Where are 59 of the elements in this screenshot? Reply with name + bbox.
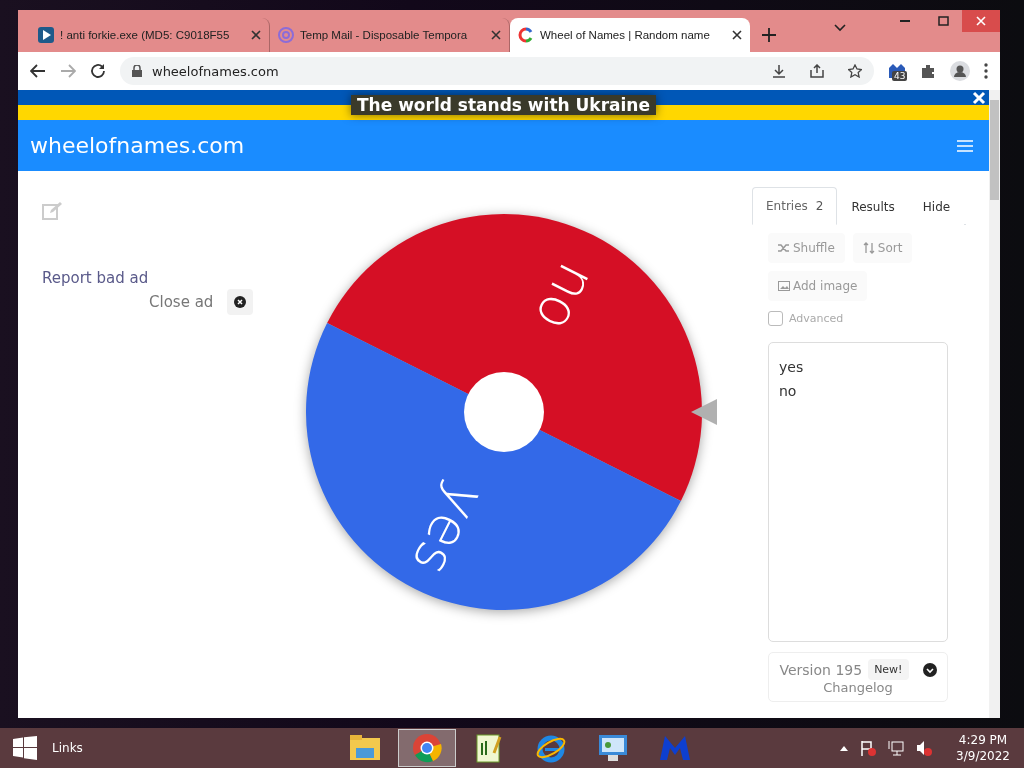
tab-title: Wheel of Names | Random name bbox=[540, 29, 711, 41]
network-icon[interactable] bbox=[888, 740, 905, 756]
extension-badge: 43 bbox=[892, 71, 908, 81]
new-tab-icon[interactable] bbox=[762, 28, 776, 42]
close-icon[interactable] bbox=[732, 30, 742, 40]
links-toolbar[interactable]: Links bbox=[52, 741, 336, 755]
speaker-muted-icon[interactable] bbox=[916, 740, 933, 756]
chevron-up-icon[interactable] bbox=[840, 745, 849, 751]
back-icon[interactable] bbox=[30, 64, 46, 78]
close-ad-label: Close ad bbox=[149, 293, 214, 311]
scrollbar[interactable] bbox=[989, 90, 1000, 718]
wheel-icon bbox=[518, 27, 534, 43]
segment-label: no bbox=[522, 253, 609, 342]
flag-icon[interactable] bbox=[860, 740, 877, 756]
control-panel-icon[interactable] bbox=[598, 734, 628, 762]
entries-field[interactable]: yes no bbox=[768, 342, 948, 642]
wheel-hub[interactable] bbox=[464, 372, 544, 452]
site-title[interactable]: wheelofnames.com bbox=[30, 133, 245, 158]
tab-title: Temp Mail - Disposable Tempora bbox=[300, 29, 469, 41]
globe-icon[interactable] bbox=[536, 733, 566, 763]
menu-icon[interactable] bbox=[984, 63, 988, 79]
notepad-icon[interactable] bbox=[476, 733, 502, 763]
browser-tab[interactable]: Wheel of Names | Random name bbox=[510, 18, 750, 52]
banner-text: The world stands with Ukraine bbox=[351, 95, 656, 115]
puzzle-icon[interactable] bbox=[920, 63, 936, 79]
segment-label: yes bbox=[399, 474, 499, 586]
changelog-link[interactable]: Changelog bbox=[823, 680, 893, 695]
wheel-segment[interactable] bbox=[306, 323, 681, 610]
reload-icon[interactable] bbox=[90, 63, 106, 79]
star-icon[interactable] bbox=[848, 64, 862, 78]
close-ad-button[interactable] bbox=[227, 289, 254, 315]
clock-date: 3/9/2022 bbox=[956, 748, 1010, 764]
advanced-checkbox[interactable] bbox=[768, 311, 783, 326]
url-text: wheelofnames.com bbox=[152, 63, 280, 79]
pointer-icon bbox=[691, 399, 717, 425]
at-icon bbox=[278, 27, 294, 43]
report-ad-link[interactable]: Report bad ad bbox=[42, 269, 258, 287]
windows-icon[interactable] bbox=[13, 736, 37, 760]
profile-icon[interactable] bbox=[950, 61, 970, 81]
clock-time: 4:29 PM bbox=[958, 732, 1008, 748]
share-icon[interactable] bbox=[810, 64, 824, 78]
lock-icon bbox=[132, 65, 142, 77]
chevron-down-icon[interactable] bbox=[834, 24, 846, 32]
folder-icon[interactable] bbox=[349, 734, 381, 762]
maximize-icon[interactable] bbox=[937, 16, 949, 26]
expand-icon[interactable] bbox=[922, 662, 937, 677]
address-bar[interactable]: wheelofnames.com bbox=[120, 57, 874, 85]
version-text: Version 195 bbox=[779, 661, 863, 678]
panel-tab[interactable]: Entries 2 bbox=[752, 187, 838, 225]
tab-title: ! anti forkie.exe (MD5: C9018F55 bbox=[60, 29, 231, 41]
play-icon bbox=[38, 27, 54, 43]
download-icon[interactable] bbox=[772, 64, 786, 78]
image-icon bbox=[778, 281, 790, 291]
close-icon[interactable] bbox=[234, 296, 247, 308]
sort-icon bbox=[862, 242, 875, 254]
chrome-icon[interactable] bbox=[412, 733, 442, 763]
new-badge: New! bbox=[868, 659, 909, 680]
shuffle-icon bbox=[778, 243, 790, 253]
advanced-label: Advanced bbox=[789, 312, 844, 325]
